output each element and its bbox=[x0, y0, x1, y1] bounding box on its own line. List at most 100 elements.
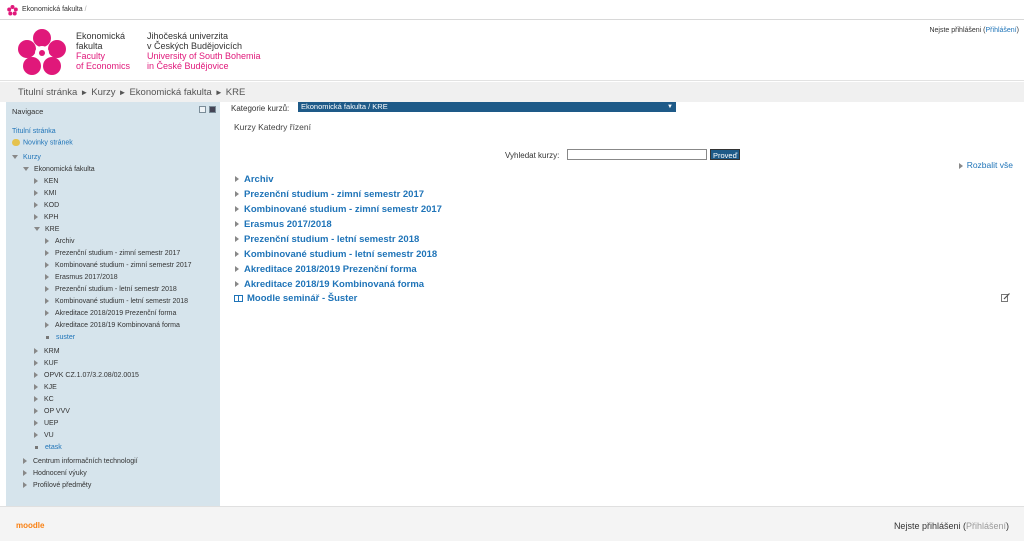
dock-block-icon[interactable] bbox=[209, 106, 216, 113]
collapsed-icon bbox=[235, 221, 239, 228]
search-input[interactable] bbox=[567, 149, 707, 160]
category-item[interactable]: Prezenční studium - zimní semestr 2017 bbox=[235, 189, 424, 200]
collapsed-icon bbox=[23, 482, 27, 489]
nav-dept-ken[interactable]: KEN bbox=[34, 178, 58, 185]
nav-home[interactable]: Titulní stránka bbox=[12, 128, 56, 135]
forum-icon bbox=[12, 139, 20, 146]
nav-dept-kmi[interactable]: KMI bbox=[34, 190, 56, 197]
collapsed-icon bbox=[34, 348, 38, 355]
category-item[interactable]: Kombinované studium - letní semestr 2018 bbox=[235, 249, 437, 260]
nav-category[interactable]: Centrum informačních technologií bbox=[23, 458, 138, 465]
category-item[interactable]: Erasmus 2017/2018 bbox=[235, 219, 332, 230]
separator: / bbox=[84, 6, 87, 13]
main-content: Kategorie kurzů: Ekonomická fakulta / KR… bbox=[220, 102, 1024, 506]
footer-login-info: Nejste přihlášeni (Přihlášení) bbox=[893, 521, 1009, 531]
collapsed-icon bbox=[34, 396, 38, 403]
nav-course-suster[interactable]: suster bbox=[46, 334, 75, 341]
nav-news-link[interactable]: Novinky stránek bbox=[23, 139, 73, 146]
collapsed-icon bbox=[45, 322, 49, 329]
collapsed-icon bbox=[34, 420, 38, 427]
nav-etask-link[interactable]: etask bbox=[45, 444, 62, 451]
top-bar: Ekonomická fakulta / bbox=[0, 0, 1024, 20]
collapsed-icon bbox=[34, 360, 38, 367]
collapse-block-icon[interactable] bbox=[199, 106, 206, 113]
collapsed-icon bbox=[45, 238, 49, 245]
nav-kre-child[interactable]: Prezenční studium - letní semestr 2018 bbox=[45, 286, 177, 293]
nav-dept[interactable]: OPVK CZ.1.07/3.2.08/02.0015 bbox=[34, 372, 139, 379]
nav-dept-kre[interactable]: KRE bbox=[34, 226, 59, 233]
category-item[interactable]: Archiv bbox=[235, 174, 274, 185]
nav-dept[interactable]: KC bbox=[34, 396, 54, 403]
nav-kre-child[interactable]: Akreditace 2018/19 Kombinovaná forma bbox=[45, 322, 180, 329]
nav-category[interactable]: Profilové předměty bbox=[23, 482, 91, 489]
block-title: Navigace bbox=[12, 107, 44, 116]
nav-dept[interactable]: KUF bbox=[34, 360, 58, 367]
category-item[interactable]: Kombinované studium - zimní semestr 2017 bbox=[235, 204, 442, 215]
collapsed-icon bbox=[34, 408, 38, 415]
collapsed-icon bbox=[235, 251, 239, 258]
nav-dept-kod[interactable]: KOD bbox=[34, 202, 59, 209]
footer-login-link[interactable]: Přihlášení bbox=[966, 521, 1006, 531]
collapsed-icon bbox=[34, 372, 38, 379]
login-info: Nejste přihlášeni (Přihlášení) bbox=[929, 27, 1019, 34]
collapsed-icon bbox=[45, 298, 49, 305]
nav-dept[interactable]: KJE bbox=[34, 384, 57, 391]
nav-course-link[interactable]: suster bbox=[56, 334, 75, 341]
moodle-logo[interactable]: moodle bbox=[16, 521, 44, 530]
collapsed-icon bbox=[235, 266, 239, 273]
collapsed-icon bbox=[45, 310, 49, 317]
nav-dept[interactable]: OP VVV bbox=[34, 408, 70, 415]
expanded-icon bbox=[23, 167, 29, 172]
nav-courses[interactable]: Kurzy bbox=[12, 154, 41, 161]
category-item[interactable]: Akreditace 2018/19 Kombinovaná forma bbox=[235, 279, 424, 290]
page-header: Ekonomická fakulta Faculty of Economics … bbox=[0, 20, 1024, 81]
faculty-name: Ekonomická fakulta Faculty of Economics bbox=[76, 31, 131, 71]
category-item[interactable]: Prezenční studium - letní semestr 2018 bbox=[235, 234, 419, 245]
collapsed-icon bbox=[235, 176, 239, 183]
nav-dept[interactable]: KRM bbox=[34, 348, 60, 355]
nav-faculty[interactable]: Ekonomická fakulta bbox=[23, 166, 95, 173]
collapsed-icon bbox=[45, 286, 49, 293]
breadcrumb-courses[interactable]: Kurzy bbox=[91, 87, 115, 98]
nav-dept-kph[interactable]: KPH bbox=[34, 214, 58, 221]
nav-kre-child[interactable]: Archiv bbox=[45, 238, 74, 245]
category-select[interactable]: Ekonomická fakulta / KRE ▼ bbox=[298, 102, 676, 112]
nav-kre-child[interactable]: Kombinované studium - letní semestr 2018 bbox=[45, 298, 188, 305]
breadcrumb-faculty[interactable]: Ekonomická fakulta bbox=[129, 87, 211, 98]
nav-kre-child[interactable]: Kombinované studium - zimní semestr 2017 bbox=[45, 262, 192, 269]
edit-icon[interactable] bbox=[1001, 293, 1010, 302]
search-label: Vyhledat kurzy: bbox=[505, 151, 560, 160]
login-link[interactable]: Přihlášení bbox=[986, 27, 1017, 34]
collapsed-icon bbox=[235, 236, 239, 243]
breadcrumb: Titulní stránka ► Kurzy ► Ekonomická fakulta… bbox=[18, 87, 245, 98]
collapsed-icon bbox=[45, 274, 49, 281]
category-item[interactable]: Akreditace 2018/2019 Prezenční forma bbox=[235, 264, 417, 275]
breadcrumb-arrow-icon: ► bbox=[214, 88, 223, 97]
collapsed-icon bbox=[235, 191, 239, 198]
nav-kre-child[interactable]: Prezenční studium - zimní semestr 2017 bbox=[45, 250, 180, 257]
expanded-icon bbox=[34, 227, 40, 232]
nav-news[interactable]: Novinky stránek bbox=[12, 139, 73, 146]
nav-dept[interactable]: VU bbox=[34, 432, 54, 439]
faculty-logo-icon[interactable] bbox=[17, 28, 67, 76]
collapsed-icon bbox=[235, 281, 239, 288]
collapsed-icon bbox=[23, 470, 27, 477]
breadcrumb-home[interactable]: Titulní stránka bbox=[18, 87, 77, 98]
nav-dept[interactable]: UEP bbox=[34, 420, 58, 427]
site-home-link[interactable]: Ekonomická fakulta bbox=[22, 6, 83, 13]
expand-icon bbox=[958, 162, 963, 169]
collapsed-icon bbox=[45, 250, 49, 257]
page-footer: moodle Nejste přihlášeni (Přihlášení) bbox=[0, 506, 1024, 541]
nav-course-etask[interactable]: etask bbox=[35, 444, 62, 451]
breadcrumb-arrow-icon: ► bbox=[80, 88, 89, 97]
search-button[interactable]: Proveď bbox=[710, 149, 741, 160]
collapsed-icon bbox=[34, 202, 38, 209]
navigation-block: Navigace Titulní stránka Novinky stránek… bbox=[6, 102, 220, 506]
chevron-down-icon: ▼ bbox=[667, 104, 673, 110]
collapsed-icon bbox=[34, 432, 38, 439]
course-link[interactable]: Moodle seminář - Šuster bbox=[234, 293, 357, 304]
nav-kre-child[interactable]: Akreditace 2018/2019 Prezenční forma bbox=[45, 310, 176, 317]
nav-category[interactable]: Hodnocení výuky bbox=[23, 470, 87, 477]
expand-all-link[interactable]: Rozbalit vše bbox=[958, 160, 1013, 170]
nav-kre-child[interactable]: Erasmus 2017/2018 bbox=[45, 274, 118, 281]
